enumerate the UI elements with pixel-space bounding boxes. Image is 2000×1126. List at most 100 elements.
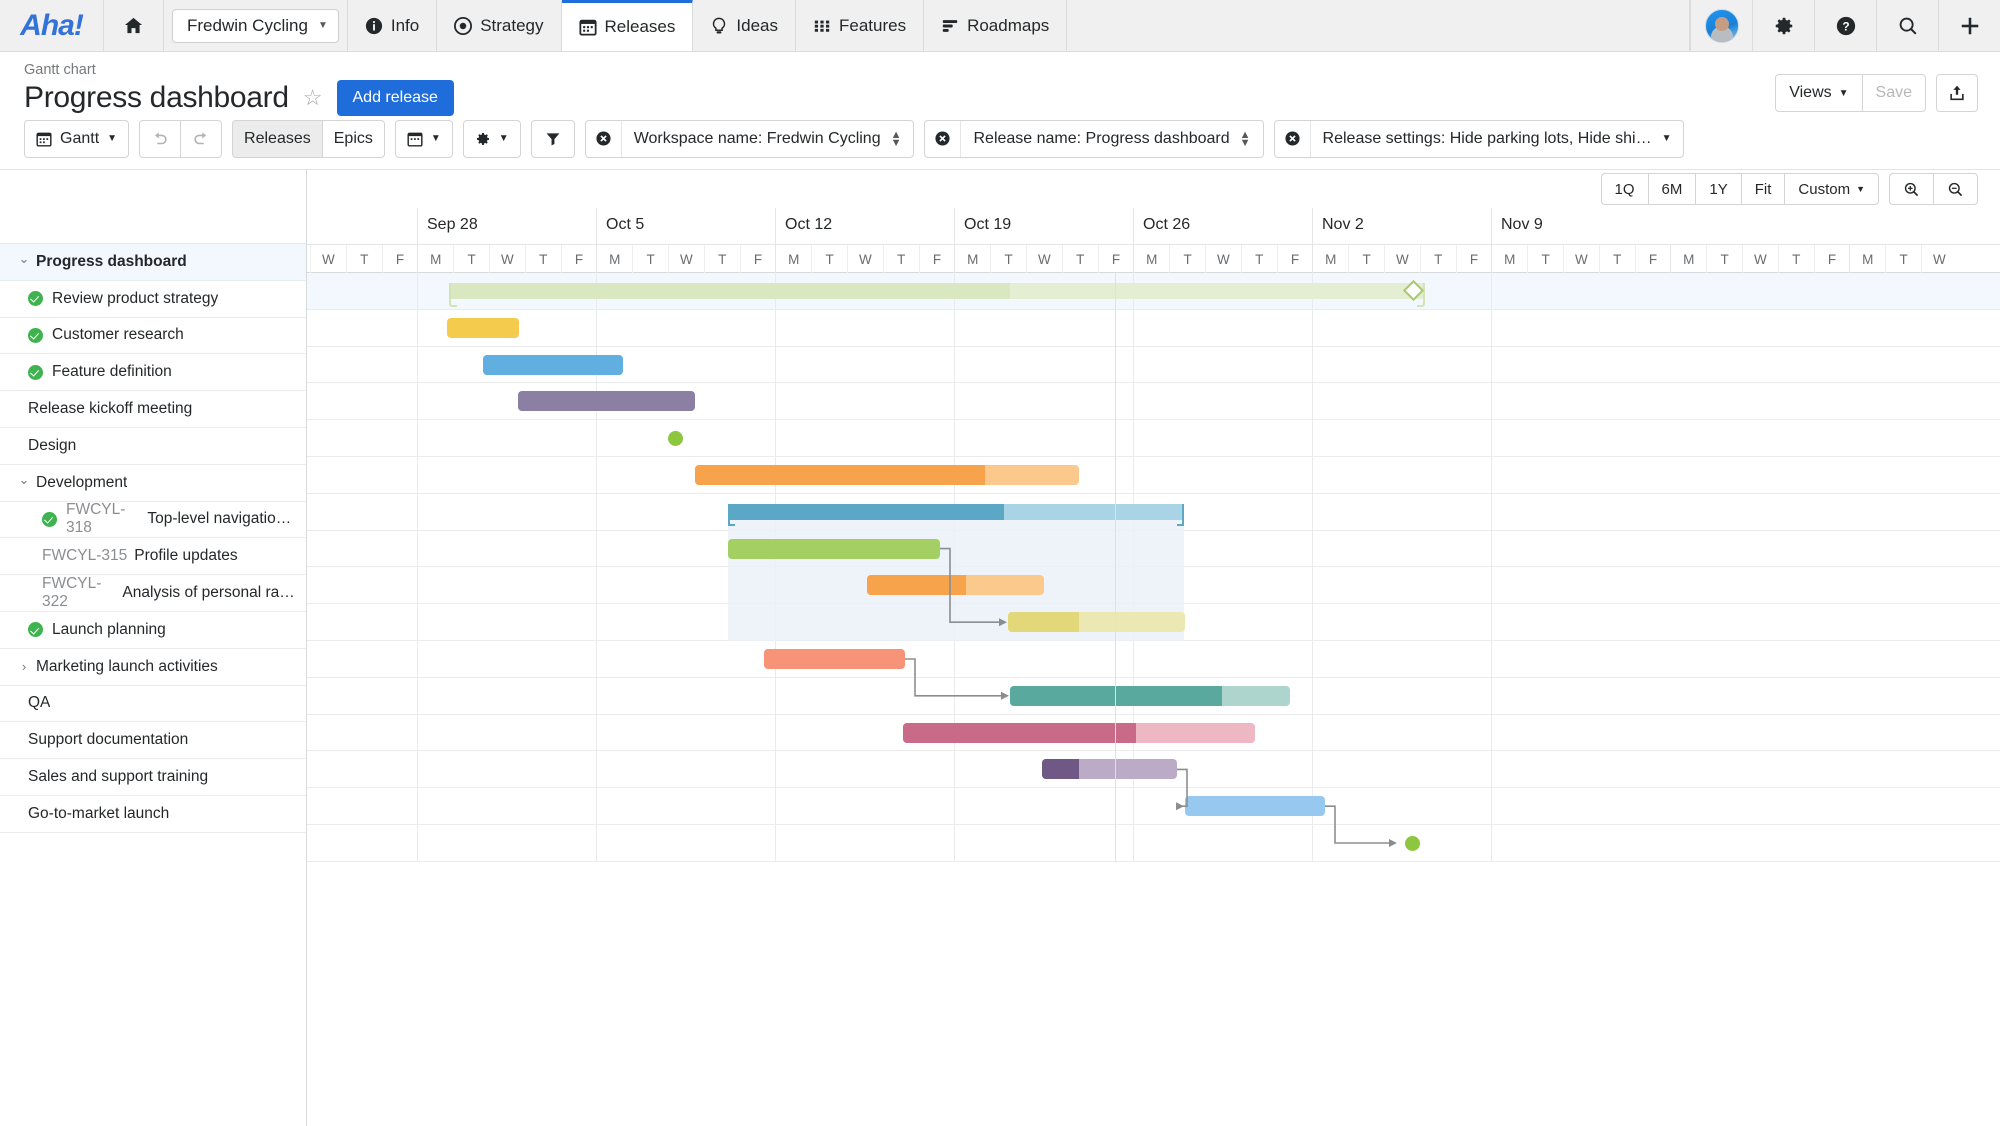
date-range-button[interactable]: ▼ (394, 119, 453, 158)
filter-pill-workspace[interactable]: Workspace name: Fredwin Cycling ▲ ▼ (584, 119, 915, 158)
nav-item-strategy[interactable]: Strategy (437, 0, 562, 51)
gantt-bar[interactable] (1042, 759, 1177, 780)
sidebar-row[interactable]: QA (0, 686, 306, 723)
sidebar-row[interactable]: › Marketing launch activities (0, 649, 306, 686)
home-button[interactable] (104, 0, 164, 51)
redo-button[interactable] (180, 119, 223, 158)
chevron-down-icon[interactable]: ⌄ (16, 251, 32, 267)
zoom-out-button[interactable] (1933, 173, 1978, 205)
gantt-bar[interactable] (483, 354, 623, 375)
calendar-icon (407, 132, 423, 147)
sidebar-row[interactable]: Release kickoff meeting (0, 391, 306, 428)
sidebar-row[interactable]: Review product strategy (0, 281, 306, 318)
nav-item-ideas[interactable]: Ideas (693, 0, 796, 51)
sidebar-row[interactable]: Customer research (0, 318, 306, 355)
help-button[interactable]: ? (1814, 0, 1876, 51)
sidebar-row[interactable]: Launch planning (0, 612, 306, 649)
sidebar-row[interactable]: FWCYL-318 Top-level navigation re… (0, 501, 306, 539)
zoom-preset-fit[interactable]: Fit (1740, 173, 1785, 205)
sidebar-row-list: ⌄ Progress dashboard Review product strate… (0, 244, 306, 833)
views-button[interactable]: Views ▼ (1775, 74, 1862, 112)
filter-label-wrap[interactable]: Release name: Progress dashboard ▲ ▼ (961, 121, 1262, 157)
undo-button[interactable] (139, 119, 181, 158)
remove-filter-icon[interactable] (586, 120, 622, 157)
zoom-preset-group: 1Q 6M 1Y Fit Custom ▼ (1600, 173, 1879, 205)
milestone-marker[interactable] (1405, 836, 1420, 851)
timeline-row[interactable] (307, 310, 2000, 347)
filter-label-wrap[interactable]: Release settings: Hide parking lots, Hid… (1311, 121, 1684, 157)
settings-button[interactable]: ▼ (462, 119, 521, 158)
sidebar-row[interactable]: Design (0, 428, 306, 465)
tab-epics[interactable]: Epics (321, 119, 385, 158)
today-line (1115, 273, 1116, 862)
sidebar-row[interactable]: Feature definition (0, 354, 306, 392)
gantt-bar[interactable] (447, 317, 519, 338)
gantt-timeline: 1Q 6M 1Y Fit Custom ▼ Sep 28 Oct 5 Oct 12 O… (307, 170, 2000, 1126)
sidebar-row[interactable]: ⌄ Progress dashboard (0, 244, 306, 281)
release-bar[interactable] (449, 283, 1425, 307)
filter-button[interactable] (530, 119, 575, 158)
view-type-button[interactable]: Gantt ▼ (24, 119, 130, 158)
gantt-bar[interactable] (1185, 796, 1325, 817)
gantt-bar[interactable] (695, 465, 1079, 485)
zoom-preset-custom[interactable]: Custom ▼ (1784, 173, 1879, 205)
title-row: Progress dashboard ☆ Add release (24, 80, 1976, 116)
timeline-day-label: T (1777, 245, 1814, 273)
tab-releases[interactable]: Releases (232, 119, 322, 158)
timeline-day-label: T (1885, 245, 1921, 273)
sidebar-row[interactable]: FWCYL-315 Profile updates (0, 538, 306, 576)
user-avatar-button[interactable] (1690, 0, 1752, 51)
nav-item-features[interactable]: Features (796, 0, 925, 51)
sidebar-row[interactable]: Sales and support training (0, 759, 306, 796)
zoom-preset-1y[interactable]: 1Y (1695, 173, 1741, 205)
timeline-row[interactable] (307, 641, 2000, 678)
filter-pill-release-name[interactable]: Release name: Progress dashboard ▲ ▼ (924, 119, 1264, 158)
gantt-bar[interactable] (1008, 612, 1185, 633)
timeline-row[interactable] (307, 420, 2000, 457)
timeline-day-label: T (1348, 245, 1384, 273)
zoom-in-button[interactable] (1889, 173, 1933, 205)
workspace-switcher[interactable]: Fredwin Cycling ▼ (172, 8, 339, 43)
zoom-preset-6m[interactable]: 6M (1647, 173, 1696, 205)
gantt-bar[interactable] (867, 575, 1044, 596)
chevron-down-icon[interactable]: ⌄ (16, 472, 32, 488)
add-release-button[interactable]: Add release (336, 80, 454, 116)
timeline-row[interactable] (307, 457, 2000, 494)
favorite-star-icon[interactable]: ☆ (303, 87, 323, 109)
sidebar-row[interactable]: Go-to-market launch (0, 796, 306, 833)
chevron-down-icon: ▼ (1661, 133, 1672, 144)
timeline-day-label: T (990, 245, 1026, 273)
timeline-week-label: Sep 28 (417, 208, 596, 244)
chevron-right-icon[interactable]: › (16, 659, 32, 674)
nav-item-info[interactable]: Info (348, 0, 438, 51)
gantt-bar[interactable] (728, 538, 940, 559)
aha-logo[interactable]: Aha! (0, 0, 104, 51)
nav-item-releases[interactable]: Releases (561, 0, 694, 51)
sidebar-row[interactable]: FWCYL-322 Analysis of personal race g… (0, 575, 306, 612)
gantt-bar[interactable] (1010, 685, 1290, 706)
gantt-bar[interactable] (764, 649, 905, 669)
avatar (1704, 8, 1739, 43)
remove-filter-icon[interactable] (1275, 120, 1311, 157)
row-label: Design (28, 436, 77, 454)
zoom-preset-1q[interactable]: 1Q (1600, 173, 1648, 205)
gantt-bar[interactable] (903, 722, 1255, 743)
nav-item-roadmaps[interactable]: Roadmaps (924, 0, 1068, 51)
gantt-bar[interactable] (518, 391, 695, 412)
add-button[interactable] (1938, 0, 2000, 51)
timeline-row[interactable] (307, 788, 2000, 825)
export-button[interactable] (1936, 74, 1978, 112)
gear-icon (1775, 17, 1792, 34)
settings-button[interactable] (1752, 0, 1814, 51)
filter-label-wrap[interactable]: Workspace name: Fredwin Cycling ▲ ▼ (622, 121, 914, 157)
search-button[interactable] (1876, 0, 1938, 51)
record-code: FWCYL-318 (66, 501, 126, 537)
save-button[interactable]: Save (1861, 74, 1926, 112)
sidebar-row[interactable]: ⌄ Development (0, 465, 306, 502)
remove-filter-icon[interactable] (925, 120, 962, 157)
page-header: Gantt chart Progress dashboard ☆ Add rel… (0, 52, 2000, 116)
sidebar-row[interactable]: Support documentation (0, 722, 306, 760)
timeline-row[interactable] (307, 825, 2000, 862)
chevron-down-icon: ▼ (430, 133, 441, 144)
filter-pill-release-settings[interactable]: Release settings: Hide parking lots, Hid… (1273, 119, 1685, 158)
